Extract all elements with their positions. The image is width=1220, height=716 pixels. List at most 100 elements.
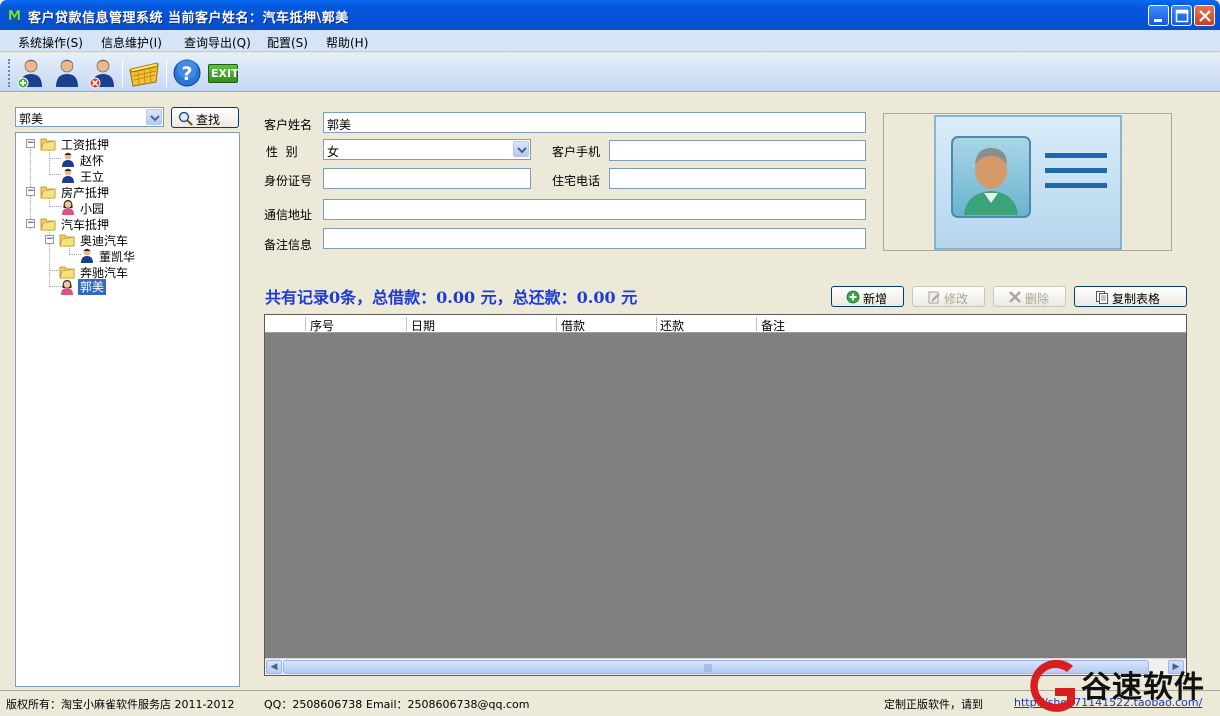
- column-header-repayment[interactable]: 还款: [660, 317, 684, 334]
- tree-collapse-icon[interactable]: −: [45, 235, 54, 244]
- chevron-down-icon[interactable]: [146, 109, 162, 125]
- homephone-label: 住宅电话: [552, 174, 601, 188]
- customer-tree[interactable]: − 工资抵押 赵怀 王立 − 房产抵押 小园 − 汽车抵押 − 奥迪汽车 董凯华…: [15, 132, 240, 687]
- add-user-icon[interactable]: [14, 56, 48, 90]
- status-email: Email：2508606738@qq.com: [366, 698, 530, 711]
- tree-node-folder[interactable]: − 房产抵押: [16, 183, 236, 200]
- delete-button-label: 删除: [1025, 292, 1050, 306]
- name-field[interactable]: 郭美: [323, 112, 866, 133]
- toolbar-grip[interactable]: [8, 59, 11, 87]
- menu-system[interactable]: 系统操作(S): [18, 34, 83, 51]
- exit-button[interactable]: EXIT: [208, 64, 239, 83]
- tree-node-person[interactable]: 赵怀: [16, 151, 236, 168]
- copy-icon: [1096, 291, 1108, 304]
- menu-config[interactable]: 配置(S): [267, 34, 308, 51]
- column-header-date[interactable]: 日期: [411, 317, 435, 334]
- folder-icon: [59, 266, 75, 279]
- edit-icon: [928, 291, 940, 304]
- minimize-button[interactable]: [1148, 5, 1169, 26]
- status-custom: 定制正版软件，请到: [884, 698, 983, 711]
- exit-label: EXIT: [211, 67, 239, 80]
- find-button[interactable]: 查找: [171, 107, 239, 128]
- status-copyright: 版权所有：淘宝小麻雀软件服务店 2011-2012: [6, 698, 235, 711]
- menu-query-export[interactable]: 查询导出(Q): [184, 34, 251, 51]
- menu-maintenance[interactable]: 信息维护(I): [101, 34, 162, 51]
- gender-value: 女: [327, 145, 340, 159]
- user-icon[interactable]: [50, 56, 84, 90]
- copy-table-button-label: 复制表格: [1112, 292, 1161, 306]
- column-header-index[interactable]: 序号: [310, 317, 334, 334]
- window-title: 客户贷款信息管理系统 当前客户姓名：汽车抵押\郭美: [28, 11, 349, 26]
- scroll-left-icon[interactable]: ◀: [266, 660, 282, 674]
- help-icon[interactable]: ?: [170, 56, 204, 90]
- address-field[interactable]: [323, 199, 866, 220]
- person-icon: [81, 248, 93, 263]
- menu-help[interactable]: 帮助(H): [326, 34, 368, 51]
- column-header-loan[interactable]: 借款: [561, 317, 585, 334]
- app-icon: [8, 9, 21, 21]
- loan-records-grid[interactable]: 序号 日期 借款 还款 备注 ◀ ▶: [264, 314, 1187, 676]
- add-button[interactable]: 新增: [831, 286, 904, 307]
- tree-node-person[interactable]: 王立: [16, 167, 236, 184]
- watermark-text: 谷速软件: [1081, 670, 1205, 705]
- close-icon: [1199, 10, 1211, 22]
- column-header-remark[interactable]: 备注: [761, 317, 785, 334]
- basket-icon[interactable]: [127, 56, 161, 90]
- watermark: 谷速软件: [1025, 654, 1220, 716]
- tree-node-person[interactable]: 小园: [16, 199, 236, 216]
- delete-button[interactable]: 删除: [993, 286, 1066, 307]
- female-person-icon: [61, 280, 73, 295]
- maximize-button[interactable]: [1171, 5, 1192, 26]
- idcard-label: 身份证号: [264, 174, 313, 188]
- close-button[interactable]: [1194, 5, 1215, 26]
- person-icon: [62, 152, 74, 167]
- grid-header: 序号 日期 借款 还款 备注: [265, 315, 1186, 333]
- gender-select[interactable]: 女: [323, 139, 531, 160]
- id-card-icon: [934, 115, 1122, 250]
- edit-button[interactable]: 修改: [912, 286, 985, 307]
- minimize-icon: [1154, 19, 1162, 22]
- search-icon: [178, 111, 193, 126]
- tree-node-folder[interactable]: − 汽车抵押: [16, 215, 236, 232]
- tree-collapse-icon[interactable]: −: [26, 187, 35, 196]
- mobile-label: 客户手机: [552, 145, 601, 159]
- tree-collapse-icon[interactable]: −: [26, 219, 35, 228]
- delete-icon: [1009, 291, 1021, 303]
- records-summary: 共有记录0条，总借款：0.00 元，总还款：0.00 元: [265, 288, 638, 307]
- folder-icon: [40, 186, 56, 199]
- status-qq: QQ：2508606738: [264, 698, 363, 711]
- photo-frame[interactable]: [883, 113, 1172, 251]
- remark-field[interactable]: [323, 228, 866, 249]
- delete-user-icon[interactable]: [86, 56, 120, 90]
- tree-node-folder[interactable]: 奔驰汽车: [16, 263, 236, 280]
- folder-icon: [59, 234, 75, 247]
- chevron-down-icon[interactable]: [513, 141, 529, 157]
- title-bar: 客户贷款信息管理系统 当前客户姓名：汽车抵押\郭美: [0, 0, 1220, 30]
- address-label: 通信地址: [264, 208, 313, 222]
- tree-collapse-icon[interactable]: −: [26, 139, 35, 148]
- female-person-icon: [62, 200, 74, 215]
- toolbar-separator: [122, 59, 123, 87]
- tree-node-folder[interactable]: − 工资抵押: [16, 135, 236, 152]
- maximize-icon: [1175, 9, 1189, 23]
- remark-label: 备注信息: [264, 238, 313, 252]
- edit-button-label: 修改: [944, 292, 969, 306]
- customer-search-combo[interactable]: 郭美: [15, 107, 164, 127]
- copy-table-button[interactable]: 复制表格: [1074, 286, 1187, 307]
- name-label: 客户姓名: [264, 118, 313, 132]
- tree-node-person-selected[interactable]: 郭美: [16, 279, 236, 295]
- search-combo-value: 郭美: [19, 112, 44, 126]
- toolbar-separator: [166, 59, 167, 87]
- toolbar: ? EXIT: [0, 53, 1220, 92]
- scrollbar-thumb[interactable]: [283, 660, 1149, 674]
- tree-node-person[interactable]: 董凯华: [16, 247, 236, 264]
- tree-node-folder[interactable]: − 奥迪汽车: [16, 231, 236, 248]
- add-button-label: 新增: [863, 292, 888, 306]
- svg-text:?: ?: [181, 63, 192, 85]
- homephone-field[interactable]: [609, 168, 866, 189]
- idcard-field[interactable]: [323, 168, 531, 189]
- tree-node-label: 郭美: [78, 279, 107, 295]
- mobile-field[interactable]: [609, 140, 866, 161]
- watermark-logo-icon: [1030, 659, 1075, 712]
- folder-icon: [40, 138, 56, 151]
